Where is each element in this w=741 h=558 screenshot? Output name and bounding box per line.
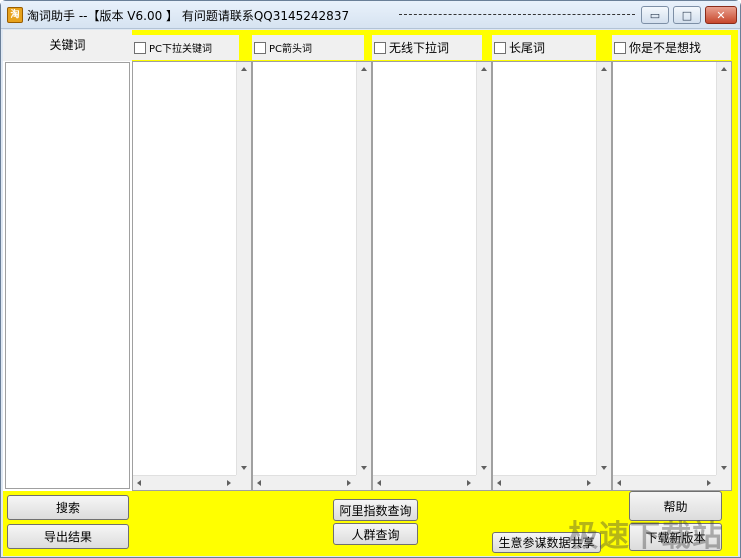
result-list[interactable] <box>492 61 612 491</box>
column-header[interactable]: 无线下拉词 <box>372 35 482 60</box>
scroll-up-icon[interactable] <box>721 67 727 71</box>
vertical-scrollbar[interactable] <box>236 62 251 475</box>
keyword-input[interactable] <box>5 62 130 489</box>
scroll-left-icon[interactable] <box>377 480 381 486</box>
scroll-up-icon[interactable] <box>241 67 247 71</box>
search-button-label: 搜索 <box>55 501 80 515</box>
column-header[interactable]: PC下拉关键词 <box>132 35 239 60</box>
maximize-icon: □ <box>681 8 693 22</box>
scroll-right-icon[interactable] <box>707 480 711 486</box>
scroll-corner <box>596 475 611 490</box>
crowd-query-button[interactable]: 人群查询 <box>333 523 418 545</box>
vertical-scrollbar[interactable] <box>596 62 611 475</box>
scroll-right-icon[interactable] <box>227 480 231 486</box>
column-header[interactable]: 你是不是想找 <box>612 35 731 60</box>
keyword-header: 关键词 <box>3 30 132 61</box>
title-divider <box>399 14 635 15</box>
horizontal-scrollbar[interactable] <box>493 475 596 490</box>
export-button[interactable]: 导出结果 <box>7 524 129 549</box>
column-header[interactable]: PC箭头词 <box>252 35 364 60</box>
maximize-button[interactable]: □ <box>673 6 701 24</box>
result-list[interactable] <box>132 61 252 491</box>
scroll-up-icon[interactable] <box>361 67 367 71</box>
close-button[interactable]: ✕ <box>705 6 737 24</box>
scroll-left-icon[interactable] <box>257 480 261 486</box>
scroll-corner <box>476 475 491 490</box>
scroll-right-icon[interactable] <box>467 480 471 486</box>
scroll-right-icon[interactable] <box>587 480 591 486</box>
watermark-logo: 极速下载站 <box>568 519 723 554</box>
minimize-icon: ▭ <box>649 8 661 22</box>
ali-index-button[interactable]: 阿里指数查询 <box>333 499 418 521</box>
horizontal-scrollbar[interactable] <box>373 475 476 490</box>
app-icon: 淘 <box>7 7 23 23</box>
vertical-scrollbar[interactable] <box>476 62 491 475</box>
result-list[interactable] <box>252 61 372 491</box>
column-checkbox[interactable] <box>254 41 266 54</box>
column-long-tail: 长尾词 <box>492 30 612 491</box>
scroll-down-icon[interactable] <box>241 466 247 470</box>
column-pc-arrow: PC箭头词 <box>252 30 372 491</box>
window-title: 淘词助手 --【版本 V6.00 】 有问题请联系QQ3145242837 <box>27 9 350 23</box>
column-label: 长尾词 <box>509 41 546 55</box>
scroll-corner <box>716 475 731 490</box>
vertical-scrollbar[interactable] <box>356 62 371 475</box>
column-header[interactable]: 长尾词 <box>492 35 596 60</box>
app-window: 淘 淘词助手 --【版本 V6.00 】 有问题请联系QQ3145242837 … <box>0 0 741 558</box>
column-checkbox[interactable] <box>494 41 506 54</box>
scroll-down-icon[interactable] <box>481 466 487 470</box>
scroll-corner <box>236 475 251 490</box>
minimize-button[interactable]: ▭ <box>641 6 669 24</box>
column-checkbox[interactable] <box>614 41 626 54</box>
title-bar[interactable]: 淘 淘词助手 --【版本 V6.00 】 有问题请联系QQ3145242837 … <box>1 1 740 29</box>
crowd-query-button-label: 人群查询 <box>351 527 400 542</box>
column-label: PC箭头词 <box>269 44 313 55</box>
ali-index-button-label: 阿里指数查询 <box>339 503 412 518</box>
export-button-label: 导出结果 <box>43 530 92 544</box>
column-checkbox[interactable] <box>374 41 386 54</box>
scroll-corner <box>356 475 371 490</box>
close-icon: ✕ <box>716 8 726 22</box>
result-list[interactable] <box>372 61 492 491</box>
scroll-down-icon[interactable] <box>721 466 727 470</box>
scroll-left-icon[interactable] <box>617 480 621 486</box>
column-label: PC下拉关键词 <box>149 44 213 55</box>
horizontal-scrollbar[interactable] <box>133 475 236 490</box>
column-pc-dropdown: PC下拉关键词 <box>132 30 252 491</box>
result-list[interactable] <box>612 61 732 491</box>
column-checkbox[interactable] <box>134 41 146 54</box>
scroll-down-icon[interactable] <box>601 466 607 470</box>
horizontal-scrollbar[interactable] <box>613 475 716 490</box>
client-area: 关键词 PC下拉关键词 PC箭头词 无线下拉词 长尾词 你是不是想找 搜索 导出… <box>3 30 738 556</box>
scroll-up-icon[interactable] <box>481 67 487 71</box>
scroll-right-icon[interactable] <box>347 480 351 486</box>
scroll-up-icon[interactable] <box>601 67 607 71</box>
scroll-left-icon[interactable] <box>137 480 141 486</box>
vertical-scrollbar[interactable] <box>716 62 731 475</box>
keyword-panel: 关键词 <box>3 30 132 491</box>
column-label: 无线下拉词 <box>389 41 450 55</box>
horizontal-scrollbar[interactable] <box>253 475 356 490</box>
scroll-left-icon[interactable] <box>497 480 501 486</box>
column-did-you-mean: 你是不是想找 <box>612 30 732 491</box>
column-label: 你是不是想找 <box>629 41 702 55</box>
column-mobile-dropdown: 无线下拉词 <box>372 30 492 491</box>
search-button[interactable]: 搜索 <box>7 495 129 520</box>
scroll-down-icon[interactable] <box>361 466 367 470</box>
